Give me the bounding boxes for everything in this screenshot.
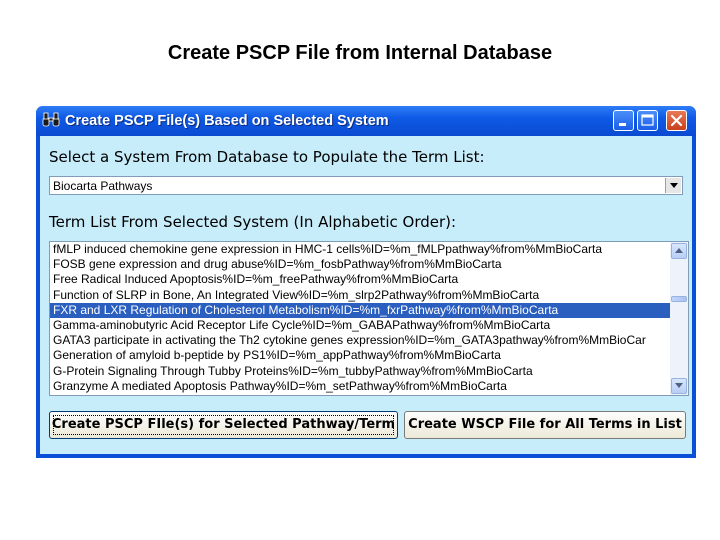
list-item[interactable]: GATA3 participate in activating the Th2 … <box>50 333 670 348</box>
title-bar[interactable]: Create PSCP File(s) Based on Selected Sy… <box>36 106 696 136</box>
list-item[interactable]: G-Protein Signaling Through Tubby Protei… <box>50 364 670 379</box>
list-item[interactable]: FXR and LXR Regulation of Cholesterol Me… <box>50 302 670 318</box>
scroll-down-icon[interactable] <box>671 378 687 394</box>
close-button[interactable] <box>666 110 687 131</box>
list-item[interactable]: Free Radical Induced Apoptosis%ID=%m_fre… <box>50 272 670 287</box>
system-dropdown-value: Biocarta Pathways <box>53 179 153 193</box>
minimize-icon <box>619 123 626 126</box>
create-wscp-button[interactable]: Create WSCP File for All Terms in List <box>404 411 686 439</box>
list-item[interactable]: Granzyme A mediated Apoptosis Pathway%ID… <box>50 379 670 394</box>
binoculars-icon <box>42 112 60 127</box>
term-listbox[interactable]: fMLP induced chemokine gene expression i… <box>49 241 689 396</box>
close-icon <box>670 114 683 127</box>
slide-title: Create PSCP File from Internal Database <box>167 42 553 64</box>
create-wscp-button-label: Create WSCP File for All Terms in List <box>408 417 682 432</box>
list-item[interactable]: fMLP induced chemokine gene expression i… <box>50 242 670 257</box>
chevron-down-icon[interactable] <box>665 178 681 193</box>
term-list: fMLP induced chemokine gene expression i… <box>50 242 670 395</box>
system-dropdown[interactable]: Biocarta Pathways <box>49 176 683 195</box>
term-list-label: Term List From Selected System (In Alpha… <box>49 213 457 231</box>
scroll-thumb[interactable] <box>671 296 687 302</box>
scroll-up-icon[interactable] <box>671 243 687 259</box>
list-item[interactable]: Function of SLRP in Bone, An Integrated … <box>50 288 670 303</box>
dialog-window: Create PSCP File(s) Based on Selected Sy… <box>36 106 696 458</box>
list-item[interactable]: Gamma-aminobutyric Acid Receptor Life Cy… <box>50 318 670 333</box>
maximize-button[interactable] <box>637 110 658 131</box>
minimize-button[interactable] <box>613 110 634 131</box>
window-title: Create PSCP File(s) Based on Selected Sy… <box>65 113 389 129</box>
maximize-icon <box>641 114 654 126</box>
list-item[interactable]: Generation of amyloid b-peptide by PS1%I… <box>50 348 670 363</box>
list-item[interactable]: FOSB gene expression and drug abuse%ID=%… <box>50 257 670 272</box>
vertical-scrollbar[interactable] <box>670 242 688 395</box>
focus-rectangle <box>53 415 394 435</box>
system-select-label: Select a System From Database to Populat… <box>49 148 485 166</box>
dialog-client-area: Select a System From Database to Populat… <box>40 136 692 454</box>
create-pscp-button[interactable]: Create PSCP FIle(s) for Selected Pathway… <box>49 411 398 439</box>
